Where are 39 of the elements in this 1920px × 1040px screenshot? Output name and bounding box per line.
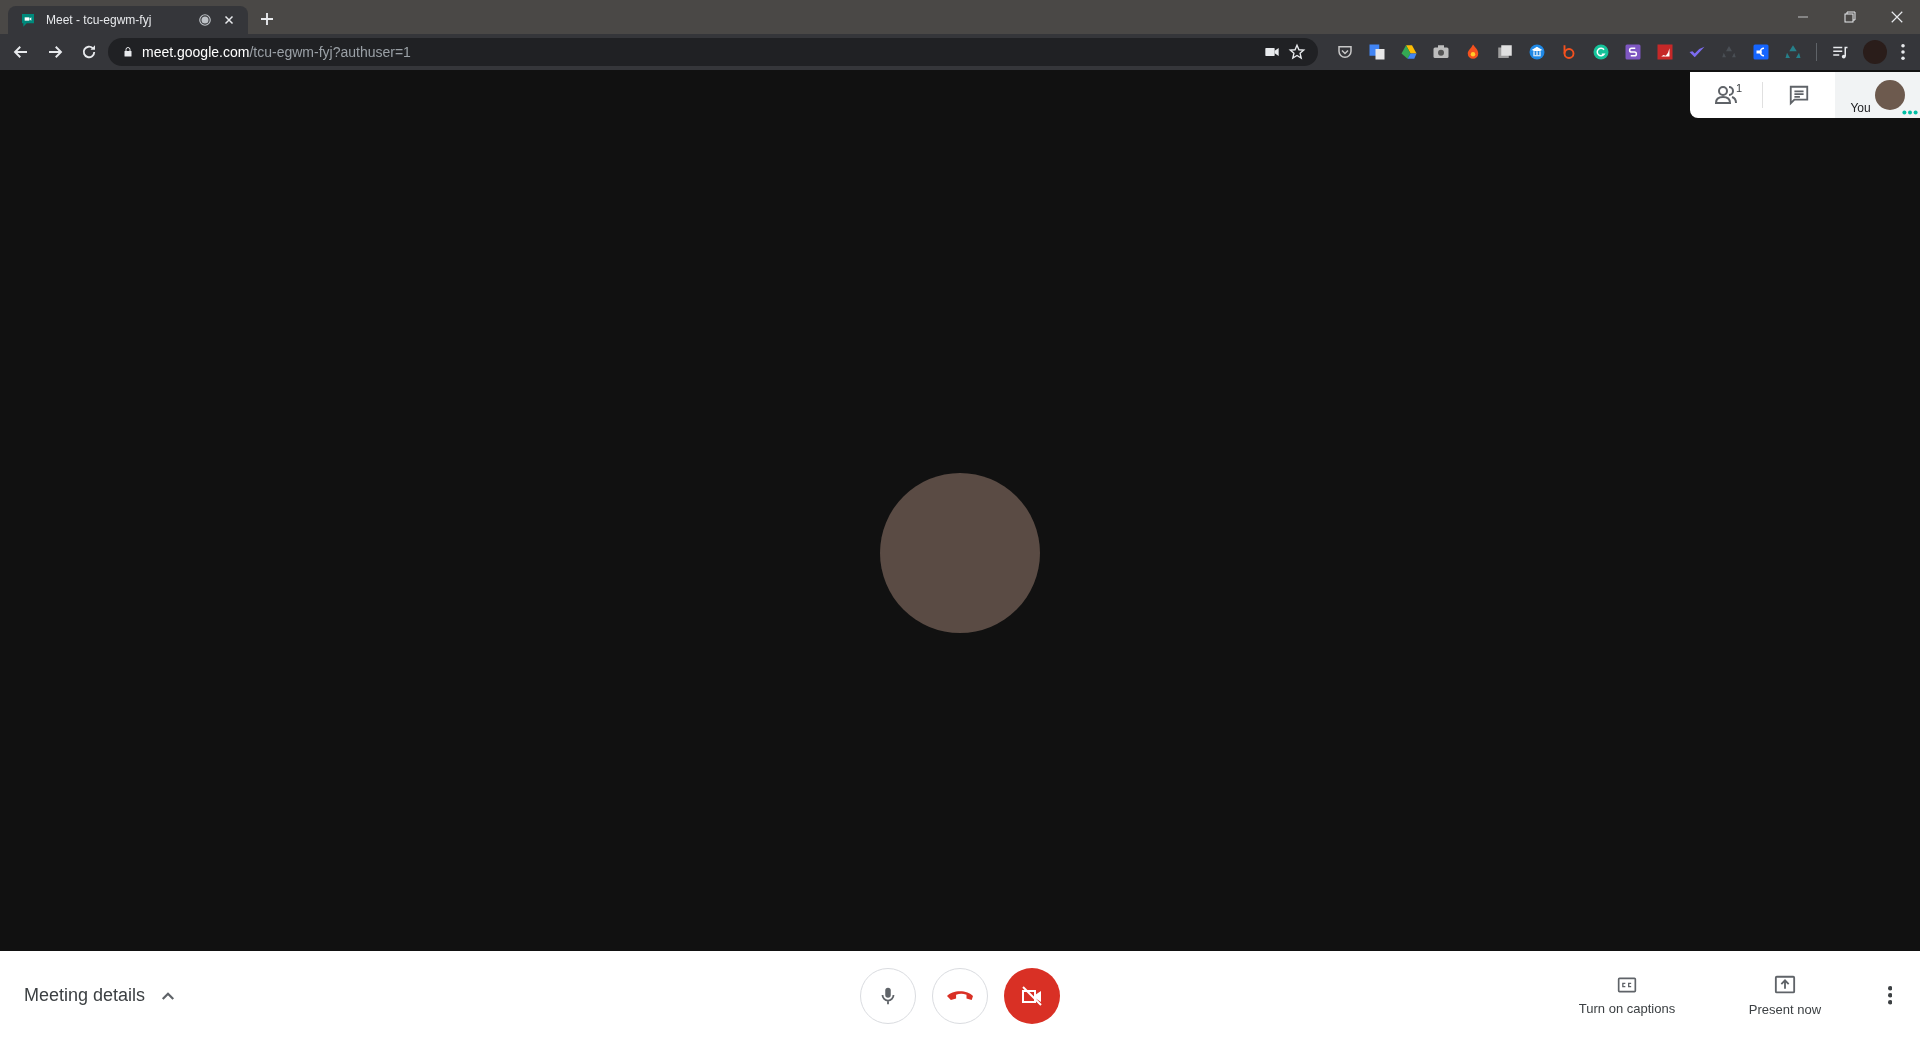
meeting-details-button[interactable]: Meeting details (24, 951, 178, 1040)
lock-icon (122, 46, 134, 58)
present-screen-icon (1774, 974, 1796, 996)
drive-icon[interactable] (1400, 43, 1418, 61)
bank-icon[interactable] (1528, 43, 1546, 61)
meet-icon (20, 12, 36, 28)
address-bar[interactable]: meet.google.com/tcu-egwm-fyj?authuser=1 (108, 38, 1318, 66)
participant-count: 1 (1736, 82, 1743, 94)
self-avatar (1874, 80, 1905, 110)
translate-icon[interactable] (1368, 43, 1386, 61)
chart-icon[interactable] (1656, 43, 1674, 61)
photo-stack-icon[interactable] (1496, 43, 1514, 61)
close-icon[interactable] (222, 13, 236, 27)
more-dots-icon (1902, 110, 1918, 115)
phone-hang-up-icon (947, 991, 973, 1000)
pocket-icon[interactable] (1336, 43, 1354, 61)
people-button[interactable]: 1 (1690, 72, 1762, 118)
reload-icon (80, 43, 98, 61)
forward-arrow-icon (46, 43, 64, 61)
recording-icon (198, 13, 212, 27)
plus-icon (258, 10, 276, 28)
more-vertical-icon[interactable] (1901, 44, 1905, 60)
camera-icon[interactable] (1432, 43, 1450, 61)
chat-icon (1788, 84, 1810, 106)
self-label: You (1850, 101, 1871, 115)
more-vertical-icon (1887, 986, 1893, 1005)
captions-icon (1617, 975, 1637, 995)
star-icon[interactable] (1288, 43, 1306, 61)
camera-off-icon (1020, 983, 1044, 1008)
browser-tab[interactable]: Meet - tcu-egwm-fyj (8, 6, 248, 34)
tab-title: Meet - tcu-egwm-fyj (46, 13, 153, 27)
captions-button[interactable]: Turn on captions (1548, 975, 1706, 1016)
close-icon (1889, 10, 1904, 24)
url-text: meet.google.com/tcu-egwm-fyj?authuser=1 (142, 44, 412, 60)
people-icon (1714, 83, 1738, 107)
back-arrow-icon (12, 43, 30, 61)
present-button[interactable]: Present now (1706, 974, 1864, 1017)
restore-icon (1843, 11, 1856, 23)
s-symbol-icon[interactable] (1624, 43, 1642, 61)
